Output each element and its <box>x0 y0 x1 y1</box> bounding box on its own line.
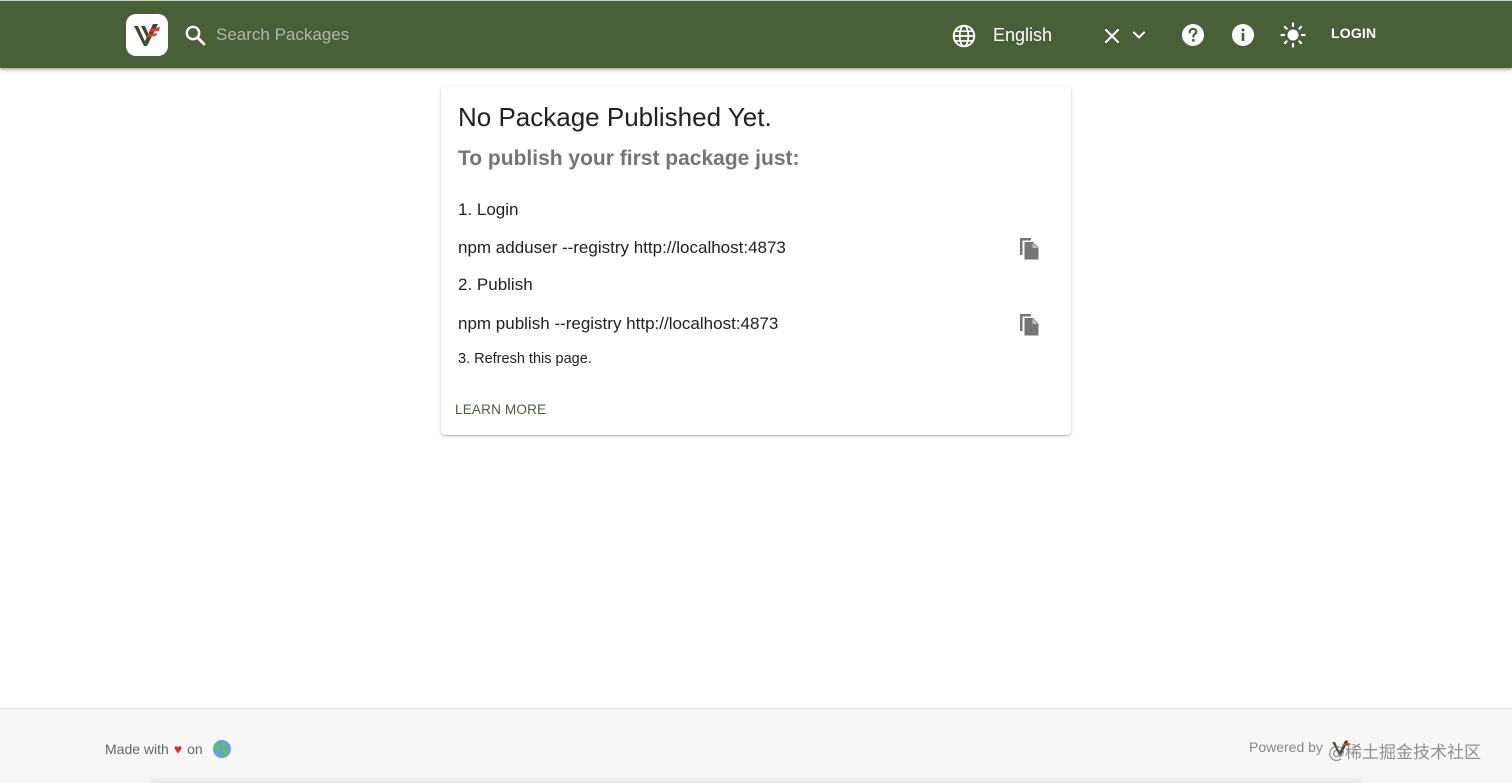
step-login-label: 1. Login <box>458 200 519 219</box>
powered-by-label: Powered by <box>1249 739 1323 755</box>
copy-publish-button[interactable] <box>1016 310 1042 338</box>
publish-command: npm publish --registry http://localhost:… <box>458 314 779 333</box>
search-icon <box>185 25 206 46</box>
earth-globe-icon <box>212 740 231 758</box>
footer: Made with ♥ on Powered by <box>0 708 1512 783</box>
footer-bottom-bar <box>150 777 1362 783</box>
step-publish-label: 2. Publish <box>458 275 533 294</box>
theme-toggle-button[interactable] <box>1279 21 1307 49</box>
copy-adduser-button[interactable] <box>1016 234 1042 262</box>
language-select-value[interactable]: English <box>993 25 1052 46</box>
info-circle-icon <box>1232 24 1254 46</box>
close-icon[interactable] <box>1102 26 1122 46</box>
copy-icon <box>1020 237 1039 259</box>
verdaccio-logo-icon[interactable] <box>126 14 168 56</box>
made-with-label: Made with <box>105 741 169 757</box>
empty-state-card: No Package Published Yet. To publish you… <box>441 86 1071 435</box>
watermark-text: @稀土掘金技术社区 <box>1328 743 1481 763</box>
on-label: on <box>187 741 203 757</box>
sun-icon <box>1280 22 1306 48</box>
learn-more-button[interactable]: LEARN MORE <box>454 402 547 417</box>
app-header: English <box>0 0 1512 68</box>
copy-icon <box>1020 313 1039 335</box>
info-button[interactable] <box>1229 21 1257 49</box>
search-input[interactable] <box>216 21 576 49</box>
step-refresh-label: 3. Refresh this page. <box>458 351 592 367</box>
chevron-down-icon[interactable] <box>1130 26 1148 44</box>
adduser-command: npm adduser --registry http://localhost:… <box>458 238 786 257</box>
help-button[interactable] <box>1179 21 1207 49</box>
card-title: No Package Published Yet. <box>458 102 772 132</box>
globe-icon <box>952 24 976 48</box>
login-button[interactable]: LOGIN <box>1322 25 1385 47</box>
heart-icon: ♥ <box>173 741 183 757</box>
card-subtitle: To publish your first package just: <box>458 147 800 170</box>
help-circle-icon <box>1182 24 1204 46</box>
made-with-text: Made with ♥ on <box>105 739 232 759</box>
